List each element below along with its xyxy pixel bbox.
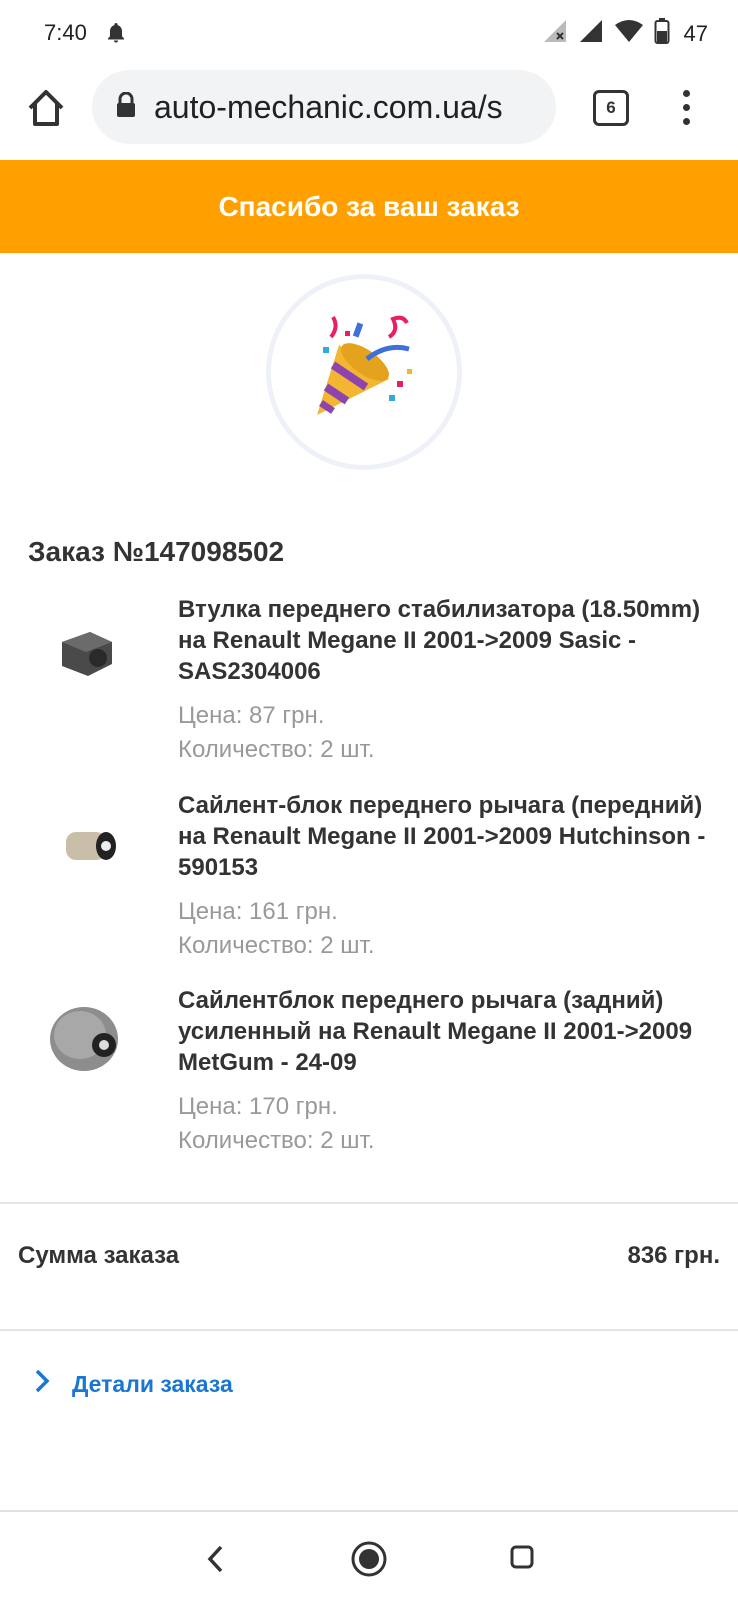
signal-x-icon: [542, 18, 568, 49]
product-image[interactable]: [28, 796, 140, 892]
divider: [0, 1202, 738, 1204]
lock-icon: [116, 91, 136, 123]
item-quantity: Количество: 2 шт.: [178, 932, 375, 959]
status-bar: 7:40 47: [0, 0, 738, 66]
item-price: Цена: 161 грн.: [178, 898, 338, 925]
address-bar[interactable]: auto-mechanic.com.ua/s: [92, 70, 556, 144]
item-price: Цена: 87 грн.: [178, 702, 325, 729]
order-sum-label: Сумма заказа: [18, 1242, 180, 1269]
item-name[interactable]: Втулка переднего стабилизатора (18.50mm)…: [178, 594, 708, 687]
wifi-icon: [614, 18, 644, 49]
signal-icon: [578, 18, 604, 49]
thank-you-banner: Спасибо за ваш заказ: [0, 160, 738, 253]
status-time: 7:40: [44, 20, 87, 45]
status-icons: 47: [542, 18, 708, 49]
order-details-link[interactable]: Детали заказа: [34, 1368, 233, 1400]
url-text: auto-mechanic.com.ua/s: [154, 88, 503, 125]
more-vert-icon[interactable]: [676, 86, 696, 130]
order-sum-value: 836 грн.: [627, 1242, 720, 1269]
system-nav-bar: [0, 1510, 738, 1601]
order-details-label: Детали заказа: [72, 1370, 233, 1397]
battery-icon: [654, 18, 670, 49]
product-image[interactable]: [28, 991, 140, 1087]
item-quantity: Количество: 2 шт.: [178, 736, 375, 763]
product-image[interactable]: [28, 602, 140, 698]
item-price: Цена: 170 грн.: [178, 1093, 338, 1120]
party-popper-icon: [317, 315, 412, 415]
item-name[interactable]: Сайлентблок переднего рычага (задний) ус…: [178, 985, 708, 1078]
recent-apps-icon[interactable]: [510, 1545, 534, 1574]
bell-icon: [106, 22, 126, 49]
party-popper-badge: [266, 274, 462, 470]
order-number-title: Заказ №147098502: [28, 536, 285, 567]
item-quantity: Количество: 2 шт.: [178, 1127, 375, 1154]
chevron-right-icon: [34, 1368, 50, 1400]
battery-percent: 47: [683, 20, 708, 46]
divider: [0, 1329, 738, 1331]
back-icon[interactable]: [205, 1544, 227, 1579]
browser-toolbar: auto-mechanic.com.ua/s 6: [0, 66, 738, 160]
tab-switcher-button[interactable]: 6: [593, 90, 629, 126]
banner-title: Спасибо за ваш заказ: [218, 190, 520, 222]
item-name[interactable]: Сайлент-блок переднего рычага (передний)…: [178, 790, 708, 883]
home-circle-icon[interactable]: [350, 1540, 388, 1583]
home-icon[interactable]: [24, 86, 68, 130]
